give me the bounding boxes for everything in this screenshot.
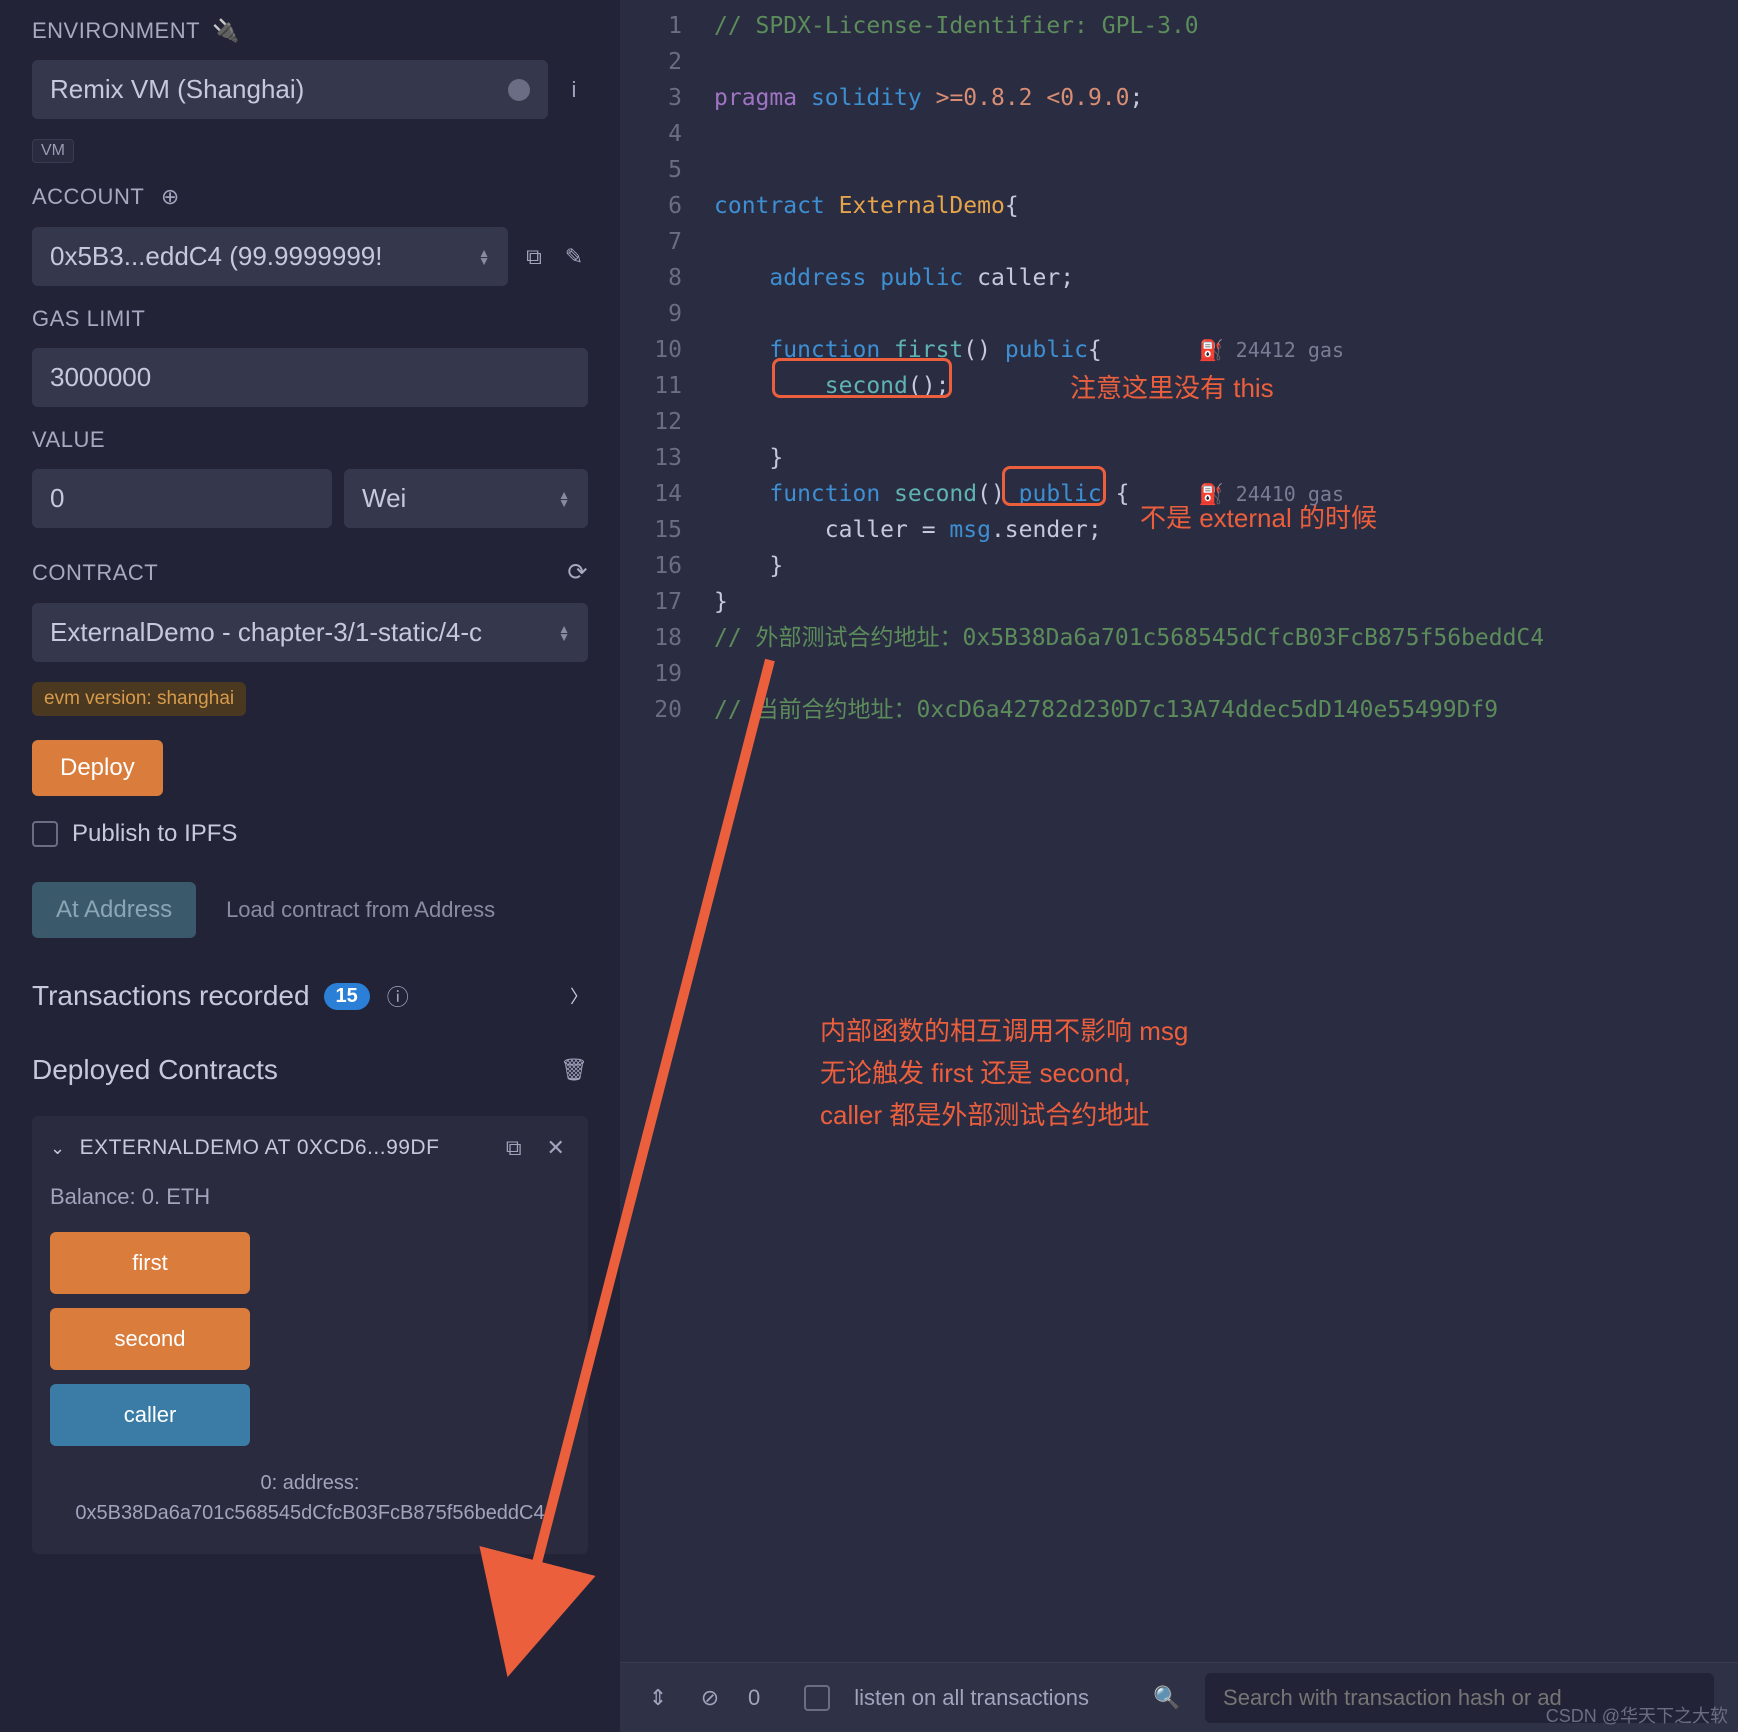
fn-caller-button[interactable]: caller — [50, 1384, 250, 1446]
close-icon[interactable]: ✕ — [542, 1134, 570, 1162]
annotation-msg-explain: 内部函数的相互调用不影响 msg 无论触发 first 还是 second, c… — [820, 1010, 1188, 1136]
watermark: CSDN @华天下之大软 — [1546, 1702, 1728, 1728]
transactions-recorded-header[interactable]: Transactions recorded 15 ⓘ 〉 — [32, 958, 588, 1022]
listen-label: listen on all transactions — [854, 1685, 1089, 1711]
block-icon[interactable]: ⊘ — [696, 1684, 724, 1712]
checkbox-icon — [32, 821, 58, 847]
pending-count: 0 — [748, 1685, 760, 1711]
evm-version-badge: evm version: shanghai — [32, 682, 246, 716]
updown-icon: ▲▼ — [478, 250, 490, 264]
chevron-right-icon: 〉 — [570, 983, 588, 1009]
vm-badge: VM — [32, 139, 74, 163]
deployed-contract-item: ⌄ EXTERNALDEMO AT 0XCD6...99DF ⧉ ✕ Balan… — [32, 1116, 588, 1554]
value-label: VALUE — [32, 427, 588, 453]
account-select[interactable]: 0x5B3...eddC4 (99.9999999! ▲▼ — [32, 227, 508, 286]
chevron-down-icon[interactable]: ⌄ — [50, 1138, 66, 1159]
gas-limit-input[interactable]: 3000000 — [32, 348, 588, 407]
deployed-contracts-header: Deployed Contracts 🗑 — [32, 1032, 588, 1096]
line-gutter: 1234567891011121314151617181920 — [620, 0, 700, 1732]
contract-select[interactable]: ExternalDemo - chapter-3/1-static/4-c ▲▼ — [32, 603, 588, 662]
annotation-no-this: 注意这里没有 this — [1070, 370, 1274, 406]
fn-second-button[interactable]: second — [50, 1308, 250, 1370]
info-icon[interactable]: i — [560, 76, 588, 104]
expand-icon[interactable]: ⇕ — [644, 1684, 672, 1712]
account-label: ACCOUNT ⊕ — [32, 183, 588, 211]
copy-icon[interactable]: ⧉ — [520, 243, 548, 271]
value-unit-select[interactable]: Wei ▲▼ — [344, 469, 588, 528]
updown-icon: ▲▼ — [558, 626, 570, 640]
caller-result: 0: address: 0x5B38Da6a701c568545dCfcB03F… — [50, 1460, 570, 1536]
refresh-icon[interactable]: ⟳ — [567, 558, 588, 587]
listen-checkbox[interactable] — [804, 1685, 830, 1711]
contract-label: CONTRACT — [32, 560, 158, 586]
search-icon[interactable]: 🔍 — [1153, 1684, 1181, 1712]
updown-icon: ▲▼ — [558, 492, 570, 506]
deploy-panel: ENVIRONMENT 🔌 Remix VM (Shanghai) i VM A… — [0, 0, 620, 1732]
tx-count-badge: 15 — [324, 983, 370, 1010]
balance-text: Balance: 0. ETH — [50, 1184, 570, 1210]
info-circle-icon[interactable]: ⓘ — [384, 982, 412, 1010]
at-address-button[interactable]: At Address — [32, 882, 196, 938]
publish-ipfs-checkbox[interactable]: Publish to IPFS — [32, 820, 588, 848]
plus-circle-icon[interactable]: ⊕ — [156, 183, 184, 211]
fn-first-button[interactable]: first — [50, 1232, 250, 1294]
environment-label: ENVIRONMENT 🔌 — [32, 18, 588, 44]
environment-select[interactable]: Remix VM (Shanghai) — [32, 60, 548, 119]
deployed-contract-title: EXTERNALDEMO AT 0XCD6...99DF — [80, 1136, 440, 1160]
dropdown-indicator-icon — [508, 79, 530, 101]
deploy-button[interactable]: Deploy — [32, 740, 163, 796]
at-address-input[interactable]: Load contract from Address — [208, 883, 588, 937]
gas-limit-label: GAS LIMIT — [32, 306, 588, 332]
code-area[interactable]: // SPDX-License-Identifier: GPL-3.0pragm… — [700, 0, 1738, 1732]
code-editor[interactable]: 1234567891011121314151617181920 // SPDX-… — [620, 0, 1738, 1732]
plug-icon: 🔌 — [212, 18, 240, 44]
contract-label-row: CONTRACT ⟳ — [32, 558, 588, 587]
annotation-not-external: 不是 external 的时候 — [1140, 500, 1377, 536]
edit-icon[interactable]: ✎ — [560, 243, 588, 271]
copy-icon[interactable]: ⧉ — [500, 1134, 528, 1162]
trash-icon[interactable]: 🗑 — [560, 1056, 588, 1084]
value-input[interactable]: 0 — [32, 469, 332, 528]
